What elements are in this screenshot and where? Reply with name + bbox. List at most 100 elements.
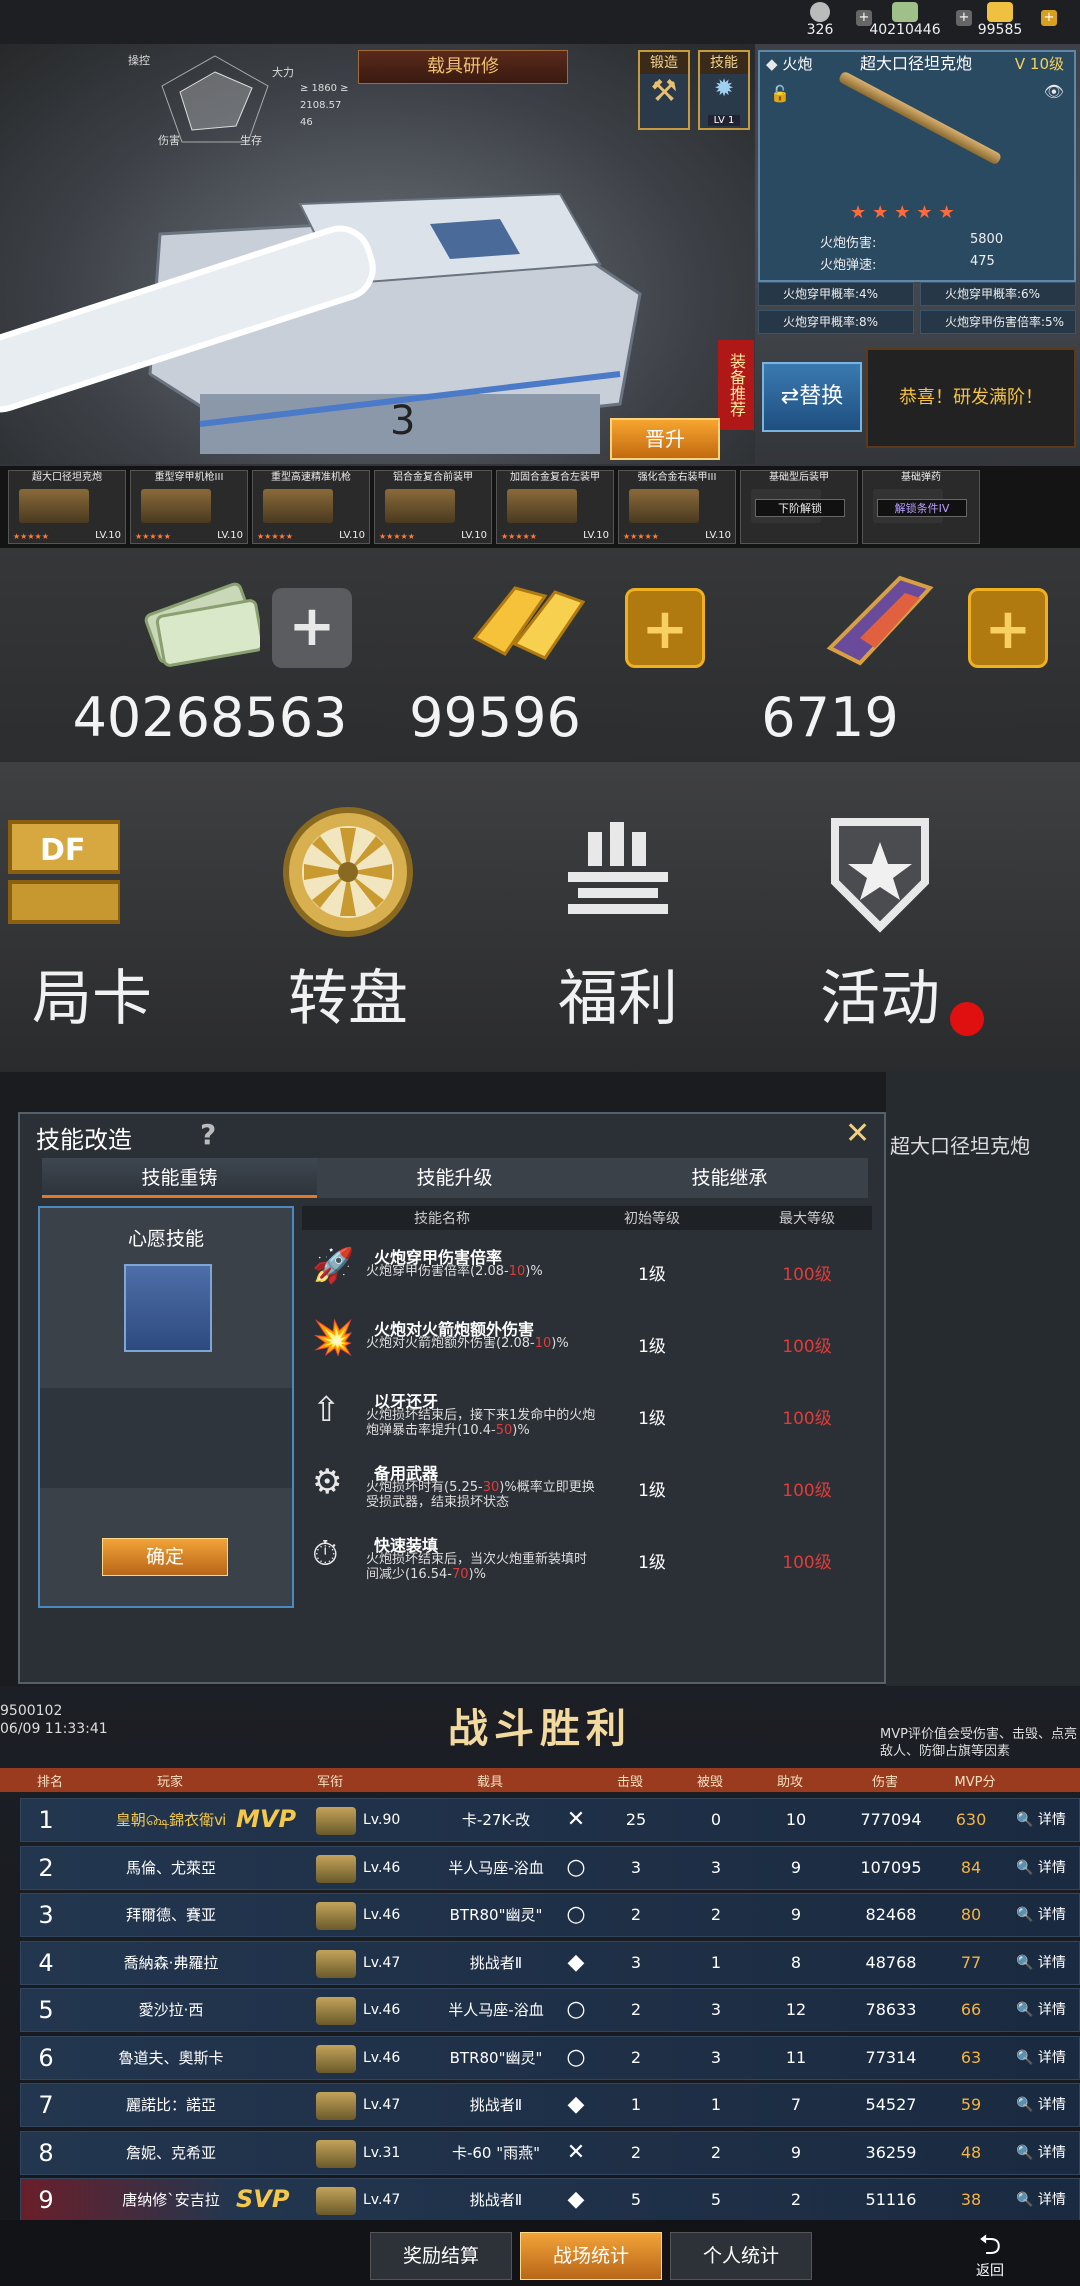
row-rank: 3	[38, 1901, 54, 1929]
cash-resource: + 40268563	[20, 558, 352, 758]
wish-skill-slot[interactable]	[124, 1264, 212, 1352]
details-button[interactable]: 🔍 详情	[1006, 2037, 1076, 2079]
tab-skill-upgrade[interactable]: 技能升级	[317, 1158, 592, 1198]
cannon-speed-stat: 火炮弹速: 475	[820, 254, 995, 273]
row-a: 10	[785, 1810, 807, 1829]
forge-button[interactable]: 锻造 ⚒	[638, 50, 690, 130]
row-a: 9	[790, 1905, 802, 1924]
details-button[interactable]: 🔍 详情	[1006, 2084, 1076, 2126]
row-mode: ◆	[567, 1949, 585, 1975]
locked-equipment-slot[interactable]: 基础弹药 解锁条件IV	[862, 470, 980, 544]
military-rank-icon	[316, 1807, 356, 1835]
back-arrow-icon: ⮌	[978, 2228, 1002, 2261]
lobby-zoom: + 40268563 + 99596 + 6719 DF 局卡 转盘 福利 活动	[0, 548, 1080, 1072]
max-research-banner: 恭喜！研发满阶！	[866, 348, 1076, 448]
unlock-icon[interactable]: 🔓	[770, 84, 790, 103]
details-button[interactable]: 🔍 详情	[1006, 2132, 1076, 2174]
row-a: 9	[790, 2142, 802, 2162]
cash-stack-icon	[144, 582, 260, 667]
add-gold-button[interactable]: +	[625, 588, 705, 668]
military-rank-icon	[316, 2044, 356, 2073]
row-k: 2	[630, 2047, 642, 2067]
eye-icon[interactable]: 👁	[1044, 82, 1064, 101]
notification-dot	[950, 1002, 984, 1036]
help-icon[interactable]: ?	[200, 1118, 216, 1151]
row-mode: ○	[566, 1902, 586, 1927]
confirm-button[interactable]: 确定	[102, 1538, 228, 1576]
skill-button[interactable]: 技能 ✹ LV 1	[698, 50, 750, 130]
medal-resource: 326 +	[790, 2, 872, 42]
personal-stats-button[interactable]: 个人统计	[670, 2232, 812, 2280]
row-d: 1	[710, 2095, 722, 2114]
player-row: 6 魯道夫、奧斯卡 Lv.46 BTR80"幽灵" ○ 2 3 11 77314 63 🔍 详情	[20, 2035, 1080, 2080]
resource-bar: 326 + 40210446 + 99585 +	[0, 0, 1080, 44]
details-button[interactable]: 🔍 详情	[1006, 1894, 1076, 1936]
weapon-class: 火炮	[782, 55, 813, 73]
promote-button[interactable]: 晋升	[610, 418, 720, 460]
equipment-slot[interactable]: 重型穿甲机枪III ★★★★★ LV.10	[130, 470, 248, 544]
machine-gun-icon	[141, 489, 211, 523]
vehicle-training-tab[interactable]: 载具研修	[358, 50, 568, 84]
weapon-card-header: ◆ 火炮 超大口径坦克炮 V 10级	[760, 52, 1074, 76]
skill-modify-screen: 超大口径坦克炮 技能改造 ? ✕ 技能重铸 技能升级 技能继承 心愿技能 确定 …	[0, 1072, 1080, 1686]
lobby-resource-bar: + 40268563 + 99596 + 6719	[0, 548, 1080, 762]
explosion-icon: 💥	[312, 1318, 355, 1358]
locked-equipment-slot[interactable]: 基础型后装甲 下阶解锁	[740, 470, 858, 544]
row-dmg: 82468	[865, 1905, 917, 1924]
skill-row[interactable]: ⇧ 以牙还牙 火炮损坏结束后，接下来1发命中的火炮炮弹暴击率提升(10.4-50…	[302, 1380, 872, 1452]
player-row: 9 唐纳修`安吉拉 Lv.47 挑战者Ⅱ ◆ 5 5 2 51116 38 🔍 详情 SVP	[20, 2178, 1080, 2222]
vehicle-upgrade-screen: 326 + 40210446 + 99585 + 3 操控 大力 伤害 生存 ≥…	[0, 0, 1080, 548]
details-button[interactable]: 🔍 详情	[1006, 1847, 1076, 1889]
gold-bars-icon	[472, 586, 585, 660]
wish-band	[40, 1388, 292, 1488]
details-button[interactable]: 🔍 详情	[1006, 1942, 1076, 1984]
menu-item-card[interactable]: DF 局卡	[0, 782, 170, 1042]
skill-row[interactable]: ⏱ 快速装填 火炮损坏结束后，当次火炮重新装填时间减少(16.54-70)% 1…	[302, 1524, 872, 1596]
skill-row[interactable]: 💥 火炮对火箭炮额外伤害 火炮对火箭炮额外伤害(2.08-10)% 1级 100…	[302, 1308, 872, 1380]
add-gold-button[interactable]: +	[1041, 10, 1057, 26]
wish-skill-panel: 心愿技能 确定	[38, 1206, 294, 1608]
add-crystal-button[interactable]: +	[968, 588, 1048, 668]
reward-settle-button[interactable]: 奖励结算	[370, 2232, 512, 2280]
gold-resource: + 99596	[345, 558, 705, 758]
menu-item-wheel[interactable]: 转盘	[228, 782, 468, 1042]
skill-row[interactable]: ⚙ 备用武器 火炮损坏时有(5.25-30)%概率立即更换受损武器，结束损坏状态…	[302, 1452, 872, 1524]
row-k: 2	[630, 2142, 642, 2162]
equipment-slot[interactable]: 强化合金右装甲III ★★★★★ LV.10	[618, 470, 736, 544]
details-button[interactable]: 🔍 详情	[1006, 1989, 1076, 2031]
tab-skill-inherit[interactable]: 技能继承	[592, 1158, 867, 1198]
row-a: 9	[790, 1857, 802, 1877]
cannon-damage-stat: 火炮伤害: 5800	[820, 232, 1004, 251]
sub-property: 火炮穿甲概率:4%	[758, 282, 914, 306]
replace-button[interactable]: ⇄替换	[762, 362, 862, 432]
row-k: 2	[630, 2000, 642, 2019]
tab-skill-recast[interactable]: 技能重铸	[42, 1158, 317, 1198]
cash-resource: 40210446 +	[860, 2, 972, 42]
crystal-amount: 6719	[761, 686, 899, 749]
details-button[interactable]: 🔍 详情	[1006, 2179, 1076, 2221]
arrow-up-icon: ⇧	[312, 1390, 341, 1430]
row-k: 25	[625, 1810, 647, 1829]
radar-label-survival: 生存	[240, 134, 262, 147]
details-button[interactable]: 🔍 详情	[1006, 1799, 1076, 1841]
close-icon[interactable]: ✕	[845, 1116, 870, 1151]
equip-recommend-button[interactable]: 装备推荐	[718, 340, 754, 430]
row-rank: 5	[38, 1996, 54, 2024]
radar-label-damage: 伤害	[158, 134, 180, 147]
back-button[interactable]: ⮌ 返回	[960, 2230, 1020, 2280]
row-k: 2	[630, 1905, 642, 1924]
add-cash-button[interactable]: +	[272, 588, 352, 668]
menu-item-welfare[interactable]: 福利	[498, 782, 738, 1042]
military-rank-icon	[316, 2139, 356, 2168]
row-a: 11	[785, 2047, 807, 2067]
sub-property: 火炮穿甲概率:8%	[758, 310, 914, 334]
shell-pierce-icon: 🚀	[312, 1246, 355, 1286]
player-row: 5 愛沙拉·西 Lv.46 半人马座-浴血 ○ 2 3 12 78633 66 🔍 详情	[20, 1988, 1080, 2032]
equipment-slot[interactable]: 铝合金复合前装甲 ★★★★★ LV.10	[374, 470, 492, 544]
weapon-card: ◆ 火炮 超大口径坦克炮 V 10级 🔓 👁 ★★★★★ 火炮伤害: 5800 …	[758, 50, 1076, 282]
equipment-slot[interactable]: 加固合金复合左装甲 ★★★★★ LV.10	[496, 470, 614, 544]
battle-stats-button[interactable]: 战场统计	[520, 2232, 662, 2280]
skill-row[interactable]: 🚀 火炮穿甲伤害倍率 火炮穿甲伤害倍率(2.08-10)% 1级 100级	[302, 1236, 872, 1308]
equipment-slot[interactable]: 重型高速精准机枪 ★★★★★ LV.10	[252, 470, 370, 544]
equipment-slot[interactable]: 超大口径坦克炮 ★★★★★ LV.10	[8, 470, 126, 544]
